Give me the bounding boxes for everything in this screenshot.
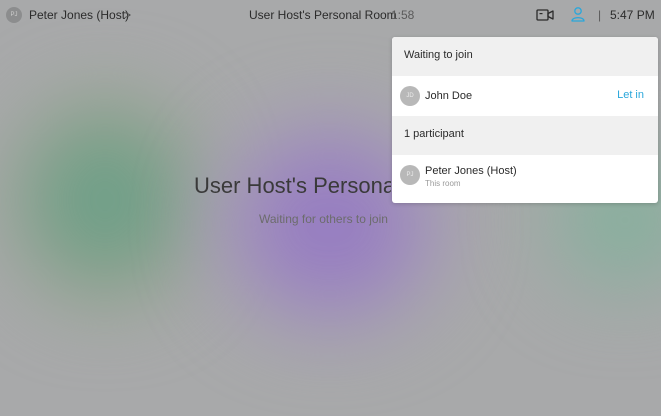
topbar-divider: |: [598, 8, 602, 22]
background-blob-green: [10, 95, 200, 305]
waiting-list-item: JD John Doe Let in: [392, 76, 658, 116]
clock: 5:47 PM: [610, 8, 655, 22]
let-in-button[interactable]: Let in: [617, 89, 644, 101]
meeting-title: User Host's Personal Room: [194, 173, 391, 198]
waiting-section-header: Waiting to join: [392, 37, 658, 76]
participant-name: John Doe: [425, 90, 473, 102]
participant-list-item[interactable]: PJ Peter Jones (Host) This room: [392, 155, 658, 195]
host-avatar[interactable]: PJ: [6, 7, 22, 23]
meeting-status: Waiting for others to join: [259, 212, 388, 226]
avatar: JD: [400, 86, 420, 106]
participants-panel: Waiting to join JD John Doe Let in 1 par…: [392, 37, 658, 203]
participant-name: Peter Jones (Host): [425, 165, 517, 177]
chevron-right-icon[interactable]: >: [124, 8, 131, 22]
top-bar: PJ Peter Jones (Host) > User Host's Pers…: [0, 0, 661, 30]
call-timer: 1:58: [391, 8, 415, 22]
avatar: PJ: [400, 165, 420, 185]
participants-section-header: 1 participant: [392, 116, 658, 155]
participant-location: This room: [425, 179, 461, 188]
camera-icon[interactable]: [536, 8, 554, 22]
participants-icon[interactable]: [570, 6, 586, 22]
room-title: User Host's Personal Room: [249, 8, 397, 22]
host-name-link[interactable]: Peter Jones (Host): [29, 8, 129, 22]
